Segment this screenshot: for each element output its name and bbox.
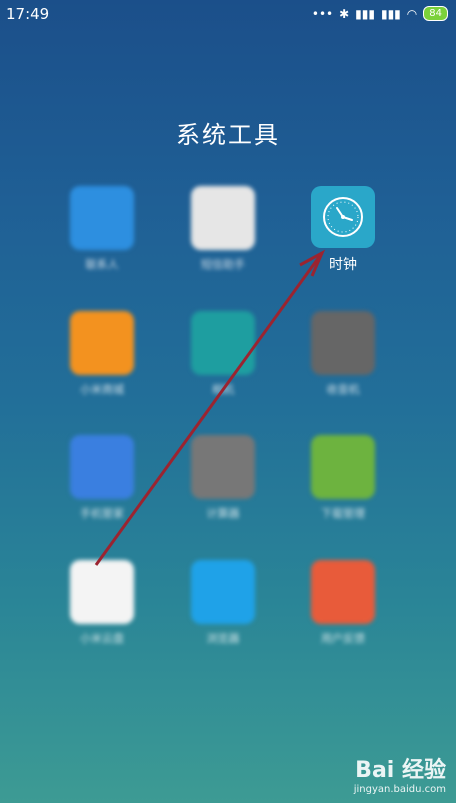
- annotation-arrow-icon: [94, 249, 326, 566]
- watermark: Bai 经验 jingyan.baidu.com: [354, 752, 446, 795]
- watermark-main: Bai 经验: [355, 758, 446, 783]
- watermark-url: jingyan.baidu.com: [353, 784, 446, 795]
